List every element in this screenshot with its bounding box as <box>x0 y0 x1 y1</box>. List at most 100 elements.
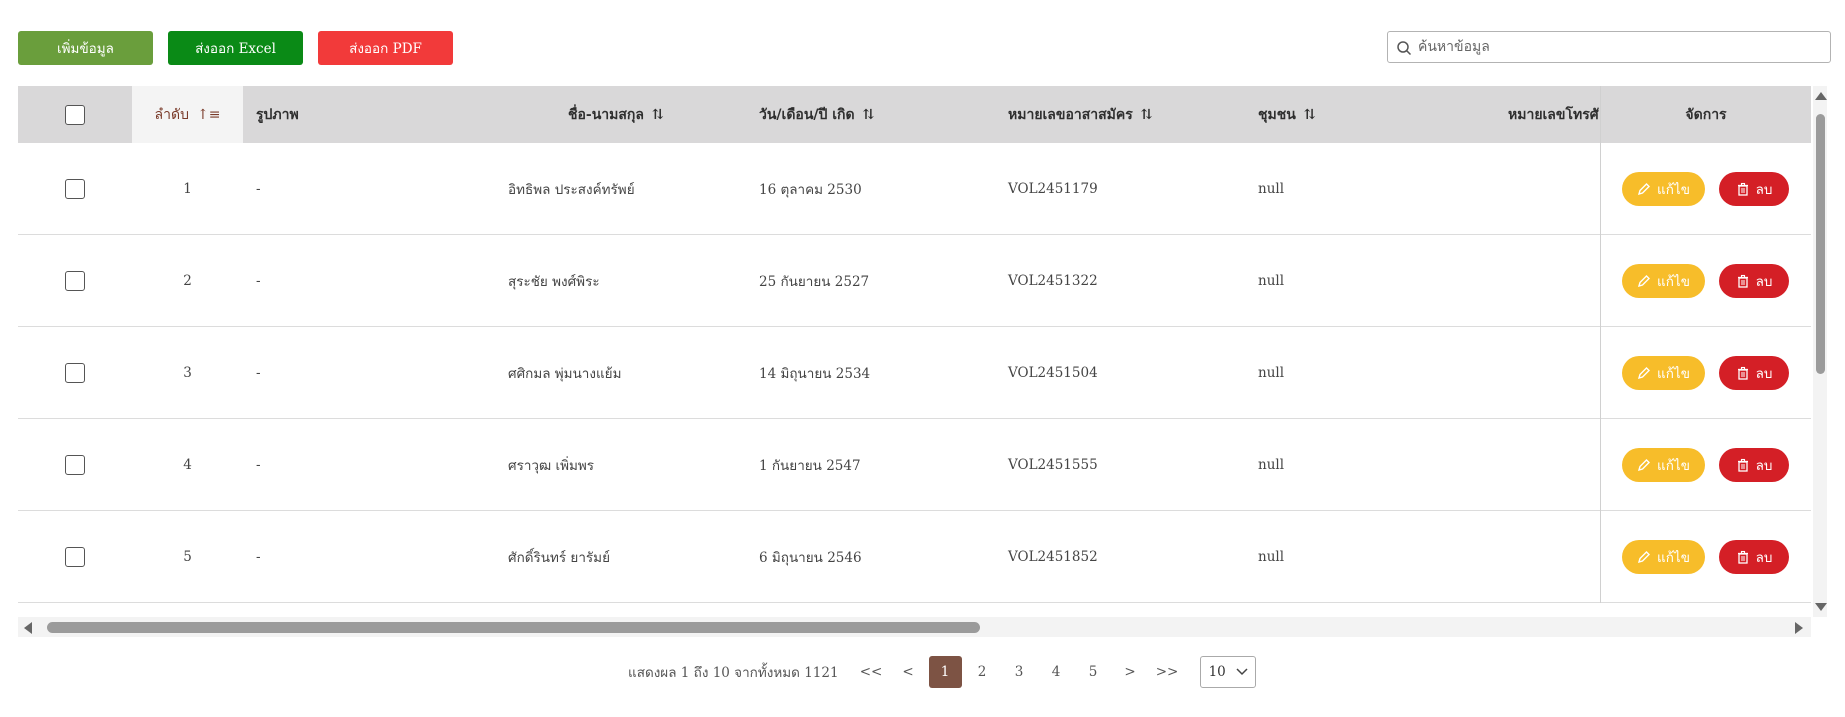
trash-icon <box>1737 274 1748 288</box>
header-actions-label: จัดการ <box>1685 106 1727 123</box>
search-icon <box>1397 41 1412 56</box>
row-image: - <box>256 181 261 197</box>
table-row: 5 - ศักดิ์รินทร์ ยารัมย์ 6 มิถุนายน 2546 VOL… <box>18 511 1811 603</box>
row-actions: แก้ไข ลบ <box>1600 419 1811 511</box>
row-actions: แก้ไข ลบ <box>1600 511 1811 603</box>
table-header: ลำดับ ↑≡ รูปภาพ ชื่อ-นามสกุล ⇅ วัน/เดือน… <box>18 86 1811 143</box>
header-phone-label: หมายเลขโทรศั <box>1508 106 1599 123</box>
sort-icon: ⇅ <box>1303 106 1316 123</box>
scroll-down-icon[interactable] <box>1815 603 1827 611</box>
pagination: แสดงผล 1 ถึง 10 จากทั้งหมด 1121 << < 1 2… <box>628 656 1256 688</box>
toolbar: เพิ่มข้อมูล ส่งออก Excel ส่งออก PDF <box>18 31 453 65</box>
row-select-cell <box>18 327 132 419</box>
table-row: 4 - ศราวุฒ เพิ่มพร 1 กันยายน 2547 VOL2451555… <box>18 419 1811 511</box>
page-button-4[interactable]: 4 <box>1040 656 1073 688</box>
row-image: - <box>256 549 261 565</box>
row-checkbox[interactable] <box>65 179 85 199</box>
table-row: 2 - สุระชัย พงศ์พิระ 25 กันยายน 2527 VOL2451… <box>18 235 1811 327</box>
add-data-button[interactable]: เพิ่มข้อมูล <box>18 31 153 65</box>
pencil-icon <box>1638 367 1651 380</box>
header-order-label: ลำดับ <box>154 106 189 123</box>
delete-button[interactable]: ลบ <box>1719 540 1789 574</box>
trash-icon <box>1737 550 1748 564</box>
edit-button[interactable]: แก้ไข <box>1622 448 1705 482</box>
export-excel-button[interactable]: ส่งออก Excel <box>168 31 303 65</box>
delete-button[interactable]: ลบ <box>1719 356 1789 390</box>
trash-icon <box>1737 458 1748 472</box>
page-button-5[interactable]: 5 <box>1077 656 1110 688</box>
row-actions: แก้ไข ลบ <box>1600 143 1811 235</box>
header-dob[interactable]: วัน/เดือน/ปี เกิด ⇅ <box>759 86 979 143</box>
export-pdf-button[interactable]: ส่งออก PDF <box>318 31 453 65</box>
header-volunteer-id[interactable]: หมายเลขอาสาสมัคร ⇅ <box>1008 86 1248 143</box>
row-order: 2 <box>183 273 192 289</box>
row-order: 1 <box>183 181 192 197</box>
pencil-icon <box>1638 459 1651 472</box>
edit-button[interactable]: แก้ไข <box>1622 172 1705 206</box>
scroll-right-icon[interactable] <box>1795 622 1803 634</box>
prev-page-button[interactable]: < <box>892 656 925 688</box>
edit-label: แก้ไข <box>1657 274 1690 290</box>
row-community: null <box>1258 549 1285 565</box>
row-name: สุระชัย พงศ์พิระ <box>508 274 600 290</box>
pencil-icon <box>1638 551 1651 564</box>
horizontal-scrollbar[interactable] <box>18 617 1811 637</box>
header-community[interactable]: ชุมชน ⇅ <box>1258 86 1408 143</box>
row-checkbox[interactable] <box>65 363 85 383</box>
pencil-icon <box>1638 275 1651 288</box>
row-community: null <box>1258 273 1285 289</box>
search-input[interactable] <box>1416 33 1830 61</box>
scroll-left-icon[interactable] <box>24 622 32 634</box>
header-order[interactable]: ลำดับ ↑≡ <box>132 86 243 143</box>
row-checkbox[interactable] <box>65 271 85 291</box>
delete-label: ลบ <box>1755 182 1773 198</box>
next-page-button[interactable]: > <box>1114 656 1147 688</box>
delete-button[interactable]: ลบ <box>1719 172 1789 206</box>
header-name[interactable]: ชื่อ-นามสกุล ⇅ <box>568 86 768 143</box>
header-name-label: ชื่อ-นามสกุล <box>568 106 644 123</box>
page-button-2[interactable]: 2 <box>966 656 999 688</box>
first-page-button[interactable]: << <box>855 656 888 688</box>
header-dob-label: วัน/เดือน/ปี เกิด <box>759 106 855 123</box>
vertical-scrollbar[interactable] <box>1813 86 1827 617</box>
row-select-cell <box>18 511 132 603</box>
row-community: null <box>1258 457 1285 473</box>
edit-label: แก้ไข <box>1657 458 1690 474</box>
data-table: ลำดับ ↑≡ รูปภาพ ชื่อ-นามสกุล ⇅ วัน/เดือน… <box>18 86 1811 616</box>
delete-label: ลบ <box>1755 274 1773 290</box>
select-all-checkbox[interactable] <box>65 104 85 125</box>
delete-label: ลบ <box>1755 366 1773 382</box>
row-image: - <box>256 273 261 289</box>
row-community: null <box>1258 181 1285 197</box>
edit-button[interactable]: แก้ไข <box>1622 264 1705 298</box>
row-select-cell <box>18 143 132 235</box>
scroll-up-icon[interactable] <box>1815 92 1827 100</box>
sort-ascending-icon: ↑≡ <box>196 106 221 123</box>
header-phone[interactable]: หมายเลขโทรศั <box>1508 86 1600 143</box>
header-volunteer-id-label: หมายเลขอาสาสมัคร <box>1008 106 1133 123</box>
row-name: ศักดิ์รินทร์ ยารัมย์ <box>508 550 610 566</box>
last-page-button[interactable]: >> <box>1151 656 1184 688</box>
edit-button[interactable]: แก้ไข <box>1622 540 1705 574</box>
sort-icon: ⇅ <box>651 106 664 123</box>
horizontal-scroll-thumb[interactable] <box>47 622 980 633</box>
row-volunteer-id: VOL2451852 <box>1008 549 1098 565</box>
delete-button[interactable]: ลบ <box>1719 448 1789 482</box>
edit-label: แก้ไข <box>1657 182 1690 198</box>
page-button-3[interactable]: 3 <box>1003 656 1036 688</box>
row-actions: แก้ไข ลบ <box>1600 327 1811 419</box>
trash-icon <box>1737 182 1748 196</box>
row-checkbox[interactable] <box>65 455 85 475</box>
row-checkbox[interactable] <box>65 547 85 567</box>
header-actions: จัดการ <box>1600 86 1811 143</box>
edit-button[interactable]: แก้ไข <box>1622 356 1705 390</box>
delete-button[interactable]: ลบ <box>1719 264 1789 298</box>
table-row: 1 - อิทธิพล ประสงค์ทรัพย์ 16 ตุลาคม 2530 VOL… <box>18 143 1811 235</box>
rows-per-page-select[interactable]: 10 <box>1199 656 1256 688</box>
row-select-cell <box>18 235 132 327</box>
vertical-scroll-thumb[interactable] <box>1816 114 1825 374</box>
table-row: 3 - ศศิกมล พุ่มนางแย้ม 14 มิถุนายน 2534 VOL2… <box>18 327 1811 419</box>
edit-label: แก้ไข <box>1657 366 1690 382</box>
page-button-1[interactable]: 1 <box>928 656 962 688</box>
row-dob: 25 กันยายน 2527 <box>759 274 870 290</box>
